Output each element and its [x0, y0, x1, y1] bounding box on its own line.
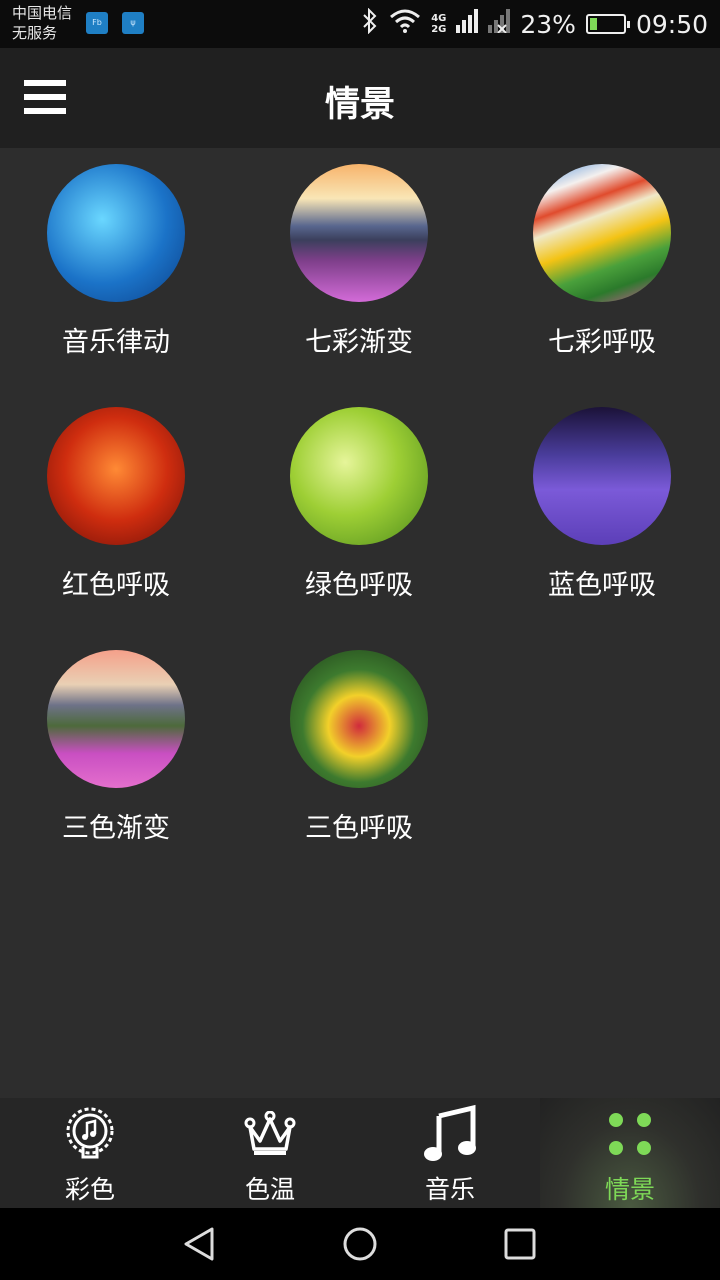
tab-label: 音乐: [424, 1175, 475, 1204]
scene-item-red-breathe[interactable]: 红色呼吸: [16, 407, 216, 602]
home-icon[interactable]: [342, 1226, 378, 1262]
scene-item-tricolor-fade[interactable]: 三色渐变: [16, 650, 216, 845]
scene-item-rainbow-fade[interactable]: 七彩渐变: [259, 164, 459, 359]
bottom-nav: 彩色 色温 音乐 情景: [0, 1098, 720, 1208]
scene-label: 三色呼吸: [305, 813, 413, 844]
battery-icon: [585, 14, 630, 34]
four-dots-icon: [595, 1104, 665, 1164]
carrier-name: 中国电信: [12, 4, 73, 22]
music-bulb-icon: [55, 1104, 125, 1164]
scene-item-rainbow-breathe[interactable]: 七彩呼吸: [502, 164, 702, 359]
status-icons: 4G 2G 23% 09:50: [361, 0, 708, 48]
tab-label: 情景: [604, 1175, 655, 1204]
app-header: 情景: [0, 48, 720, 148]
tab-scene[interactable]: 情景: [540, 1098, 720, 1208]
scene-thumbnail: [290, 650, 428, 788]
network-4g-label: 4G: [431, 13, 447, 24]
tab-color[interactable]: 彩色: [0, 1098, 180, 1208]
scene-label: 七彩渐变: [305, 327, 413, 358]
recents-icon[interactable]: [502, 1226, 538, 1262]
scene-thumbnail: [533, 164, 671, 302]
network-2g-label: 2G: [431, 24, 447, 35]
scene-label: 绿色呼吸: [305, 570, 413, 601]
clock: 09:50: [635, 9, 708, 39]
page-title: 情景: [324, 85, 395, 125]
scene-label: 七彩呼吸: [548, 327, 656, 358]
tab-label: 彩色: [64, 1175, 115, 1204]
scene-label: 三色渐变: [62, 813, 170, 844]
scene-thumbnail: [290, 407, 428, 545]
scene-thumbnail: [47, 407, 185, 545]
signal-icon: [456, 9, 479, 39]
battery-percent: 23%: [520, 9, 576, 39]
tab-label: 色温: [244, 1175, 295, 1204]
back-icon[interactable]: [182, 1226, 218, 1262]
tab-color-temperature[interactable]: 色温: [180, 1098, 360, 1208]
no-signal-icon: [488, 9, 511, 39]
scene-thumbnail: [533, 407, 671, 545]
scene-item-blue-breathe[interactable]: 蓝色呼吸: [502, 407, 702, 602]
scene-item-tricolor-breathe[interactable]: 三色呼吸: [259, 650, 459, 845]
scene-thumbnail: [47, 164, 185, 302]
bluetooth-icon: [361, 7, 379, 40]
scene-label: 红色呼吸: [62, 570, 170, 601]
notification-app-icon: Fb: [86, 12, 108, 34]
carrier-info: 中国电信 无服务: [12, 3, 72, 43]
network-type: 4G 2G: [431, 13, 446, 35]
scene-thumbnail: [47, 650, 185, 788]
music-note-icon: [415, 1104, 485, 1164]
wifi-icon: [389, 9, 421, 39]
battery-level: [589, 18, 597, 30]
service-status: 无服务: [12, 24, 58, 42]
system-nav-bar: [0, 1208, 720, 1280]
scene-thumbnail: [290, 164, 428, 302]
tab-music[interactable]: 音乐: [360, 1098, 540, 1208]
scene-item-green-breathe[interactable]: 绿色呼吸: [259, 407, 459, 602]
crown-icon: [235, 1104, 305, 1164]
status-bar: 中国电信 无服务 Fb ψ 4G 2G 23% 09:50: [0, 0, 720, 48]
scene-item-music-rhythm[interactable]: 音乐律动: [16, 164, 216, 359]
usb-notification-icon: ψ: [122, 12, 144, 34]
scene-label: 蓝色呼吸: [548, 570, 656, 601]
scene-label: 音乐律动: [62, 327, 170, 358]
